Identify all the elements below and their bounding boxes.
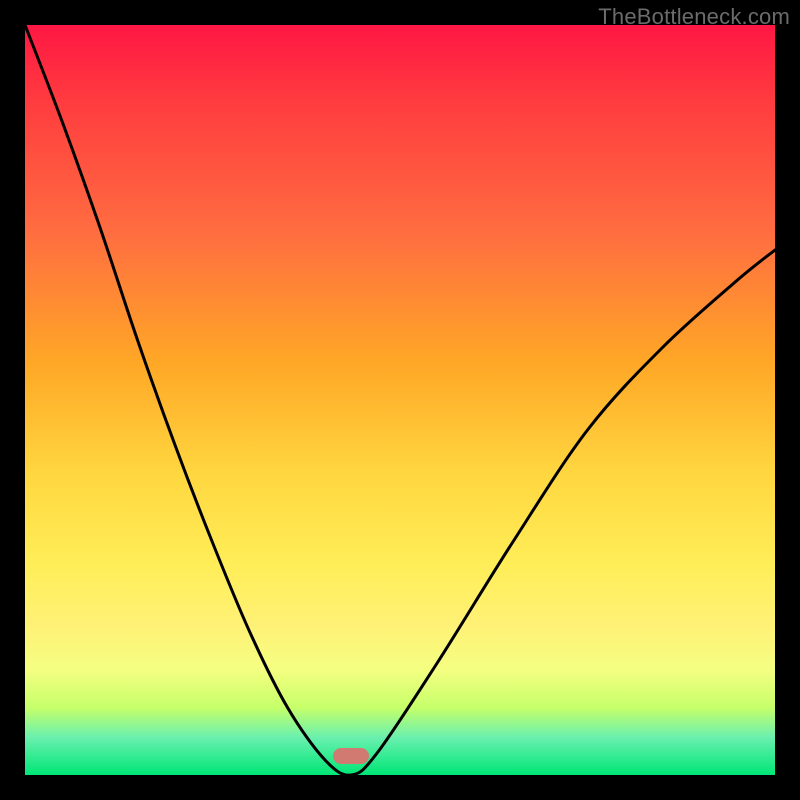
minimum-marker [333, 748, 369, 764]
plot-area [25, 25, 775, 775]
bottleneck-curve [25, 25, 775, 775]
watermark-text: TheBottleneck.com [598, 4, 790, 30]
chart-frame: TheBottleneck.com [0, 0, 800, 800]
